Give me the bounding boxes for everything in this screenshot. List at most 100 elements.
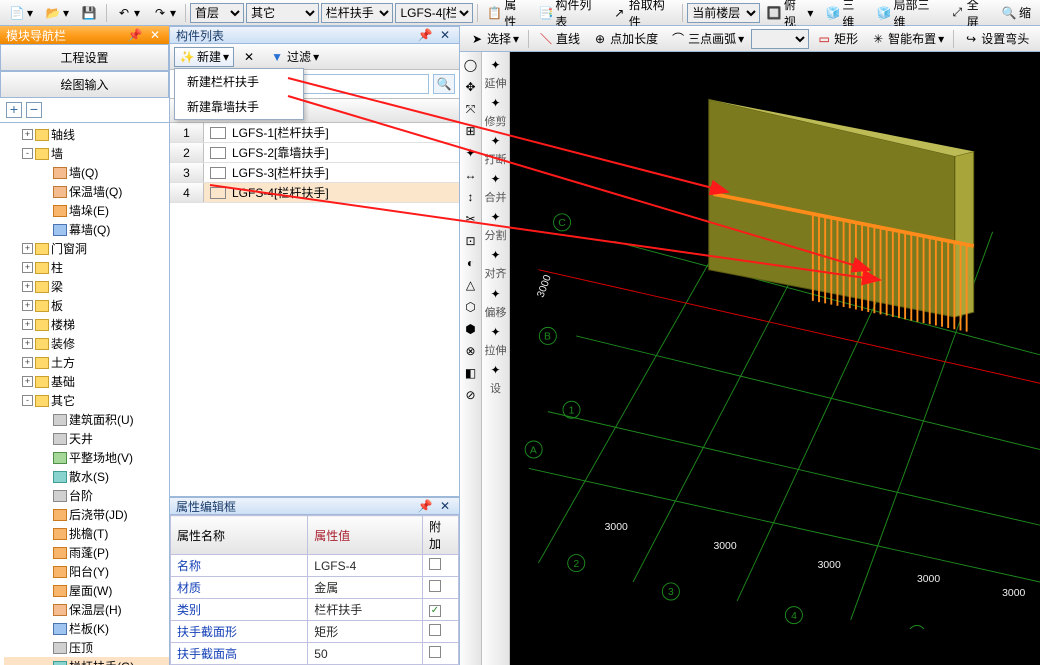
- component-type-select[interactable]: 栏杆扶手: [321, 3, 394, 23]
- pin-icon[interactable]: 📌: [127, 27, 143, 43]
- zoom-button[interactable]: 🔍缩: [996, 3, 1036, 23]
- tree-node[interactable]: -其它: [4, 391, 169, 410]
- arc-options-select[interactable]: [751, 29, 809, 49]
- strip-tool-icon[interactable]: ⊞: [462, 122, 480, 140]
- stretch-icon[interactable]: ✦: [487, 323, 505, 341]
- strip-tool-icon[interactable]: ✦: [462, 144, 480, 162]
- category-select[interactable]: 其它: [246, 3, 319, 23]
- set-icon[interactable]: ✦: [487, 361, 505, 379]
- pin-icon[interactable]: 📌: [417, 27, 433, 43]
- search-button[interactable]: 🔍: [433, 74, 455, 94]
- rect-tool[interactable]: ▭矩形: [811, 29, 863, 49]
- tree-node[interactable]: 挑檐(T): [4, 524, 169, 543]
- offset-icon[interactable]: ✦: [487, 285, 505, 303]
- tree-node[interactable]: -墙: [4, 144, 169, 163]
- tree-node[interactable]: 平整场地(V): [4, 448, 169, 467]
- expander-icon[interactable]: +: [22, 357, 33, 368]
- 3d-viewport[interactable]: 3000 3000 3000 3000 3000 3000 C B A 1 2 …: [510, 52, 1040, 665]
- list-item[interactable]: 4LGFS-4[栏杆扶手]: [170, 183, 459, 203]
- add-length-tool[interactable]: ⊕点加长度: [587, 29, 663, 49]
- filter-button[interactable]: ▼过滤▾: [264, 47, 324, 67]
- prop-value[interactable]: 50: [308, 643, 423, 665]
- list-item[interactable]: 3LGFS-3[栏杆扶手]: [170, 163, 459, 183]
- floor-scope-select[interactable]: 当前楼层: [687, 3, 760, 23]
- strip-tool-icon[interactable]: ✂: [462, 210, 480, 228]
- tree-node[interactable]: 阳台(Y): [4, 562, 169, 581]
- tree-node[interactable]: 幕墙(Q): [4, 220, 169, 239]
- merge-icon[interactable]: ✦: [487, 170, 505, 188]
- line-tool[interactable]: ＼直线: [533, 29, 585, 49]
- break-icon[interactable]: ✦: [487, 132, 505, 150]
- collapse-all-button[interactable]: −: [26, 102, 42, 118]
- expander-icon[interactable]: -: [22, 395, 33, 406]
- properties-button[interactable]: 📋属性: [482, 3, 531, 23]
- strip-tool-icon[interactable]: ◧: [462, 364, 480, 382]
- tree-node[interactable]: 雨蓬(P): [4, 543, 169, 562]
- tree-node[interactable]: +基础: [4, 372, 169, 391]
- tree-node[interactable]: 屋面(W): [4, 581, 169, 600]
- smart-layout-tool[interactable]: ✳智能布置▾: [865, 29, 949, 49]
- prop-extra[interactable]: ✓: [423, 599, 459, 621]
- tab-project-settings[interactable]: 工程设置: [0, 44, 169, 71]
- strip-tool-icon[interactable]: ⊡: [462, 232, 480, 250]
- expander-icon[interactable]: +: [22, 300, 33, 311]
- strip-tool-icon[interactable]: ↕: [462, 188, 480, 206]
- partial3d-button[interactable]: 🧊局部三维: [872, 3, 943, 23]
- prop-value[interactable]: 矩形: [308, 621, 423, 643]
- tree-node[interactable]: 建筑面积(U): [4, 410, 169, 429]
- prop-value[interactable]: 金属: [308, 577, 423, 599]
- view3d-button[interactable]: 🧊三维: [820, 3, 869, 23]
- arc3-tool[interactable]: ⌒三点画弧▾: [665, 29, 749, 49]
- pick-component-button[interactable]: ↗拾取构件: [607, 3, 678, 23]
- close-icon[interactable]: ✕: [437, 27, 453, 43]
- tree-node[interactable]: +门窗洞: [4, 239, 169, 258]
- expander-icon[interactable]: +: [22, 281, 33, 292]
- prop-extra[interactable]: [423, 577, 459, 599]
- redo-button[interactable]: ↷▾: [147, 3, 181, 23]
- property-row[interactable]: 材质金属: [171, 577, 459, 599]
- split-icon[interactable]: ✦: [487, 208, 505, 226]
- close-icon[interactable]: ✕: [437, 498, 453, 514]
- tree-node[interactable]: 散水(S): [4, 467, 169, 486]
- expander-icon[interactable]: +: [22, 376, 33, 387]
- ext-icon[interactable]: ✦: [487, 56, 505, 74]
- strip-tool-icon[interactable]: ◯: [462, 56, 480, 74]
- tree-node[interactable]: +楼梯: [4, 315, 169, 334]
- strip-tool-icon[interactable]: ⤧: [462, 100, 480, 118]
- strip-tool-icon[interactable]: ⬡: [462, 298, 480, 316]
- property-row[interactable]: 类别栏杆扶手✓: [171, 599, 459, 621]
- save-button[interactable]: 💾: [76, 3, 102, 23]
- tree-node[interactable]: 保温层(H): [4, 600, 169, 619]
- property-row[interactable]: 扶手截面形矩形: [171, 621, 459, 643]
- menu-new-railing[interactable]: 新建栏杆扶手: [175, 69, 303, 94]
- tree-node[interactable]: 墙(Q): [4, 163, 169, 182]
- expander-icon[interactable]: +: [22, 338, 33, 349]
- property-row[interactable]: 扶手截面高50: [171, 643, 459, 665]
- pin-icon[interactable]: 📌: [417, 498, 433, 514]
- tree-node[interactable]: 台阶: [4, 486, 169, 505]
- prop-value[interactable]: 栏杆扶手: [308, 599, 423, 621]
- property-table[interactable]: 属性名称 属性值 附加 名称LGFS-4材质金属类别栏杆扶手✓扶手截面形矩形扶手…: [170, 515, 459, 665]
- list-item[interactable]: 1LGFS-1[栏杆扶手]: [170, 123, 459, 143]
- list-item[interactable]: 2LGFS-2[靠墙扶手]: [170, 143, 459, 163]
- expander-icon[interactable]: +: [22, 319, 33, 330]
- new-file-button[interactable]: 📄▾: [4, 3, 38, 23]
- tree-node[interactable]: 后浇带(JD): [4, 505, 169, 524]
- tree-node[interactable]: +轴线: [4, 125, 169, 144]
- expander-icon[interactable]: -: [22, 148, 33, 159]
- align-icon[interactable]: ✦: [487, 246, 505, 264]
- tree-node[interactable]: 压顶: [4, 638, 169, 657]
- tree-node[interactable]: 栏杆扶手(G): [4, 657, 169, 665]
- tree-node[interactable]: 墙垛(E): [4, 201, 169, 220]
- component-list-button[interactable]: 📑构件列表: [533, 3, 604, 23]
- strip-tool-icon[interactable]: ⬢: [462, 320, 480, 338]
- expander-icon[interactable]: +: [22, 243, 33, 254]
- strip-tool-icon[interactable]: ↔: [462, 166, 480, 184]
- tree-node[interactable]: +装修: [4, 334, 169, 353]
- delete-button[interactable]: ✕: [236, 47, 262, 67]
- new-component-button[interactable]: ✨ 新建▾: [174, 47, 234, 67]
- prop-value[interactable]: LGFS-4: [308, 555, 423, 577]
- strip-tool-icon[interactable]: ⊗: [462, 342, 480, 360]
- close-icon[interactable]: ✕: [147, 27, 163, 43]
- property-row[interactable]: 名称LGFS-4: [171, 555, 459, 577]
